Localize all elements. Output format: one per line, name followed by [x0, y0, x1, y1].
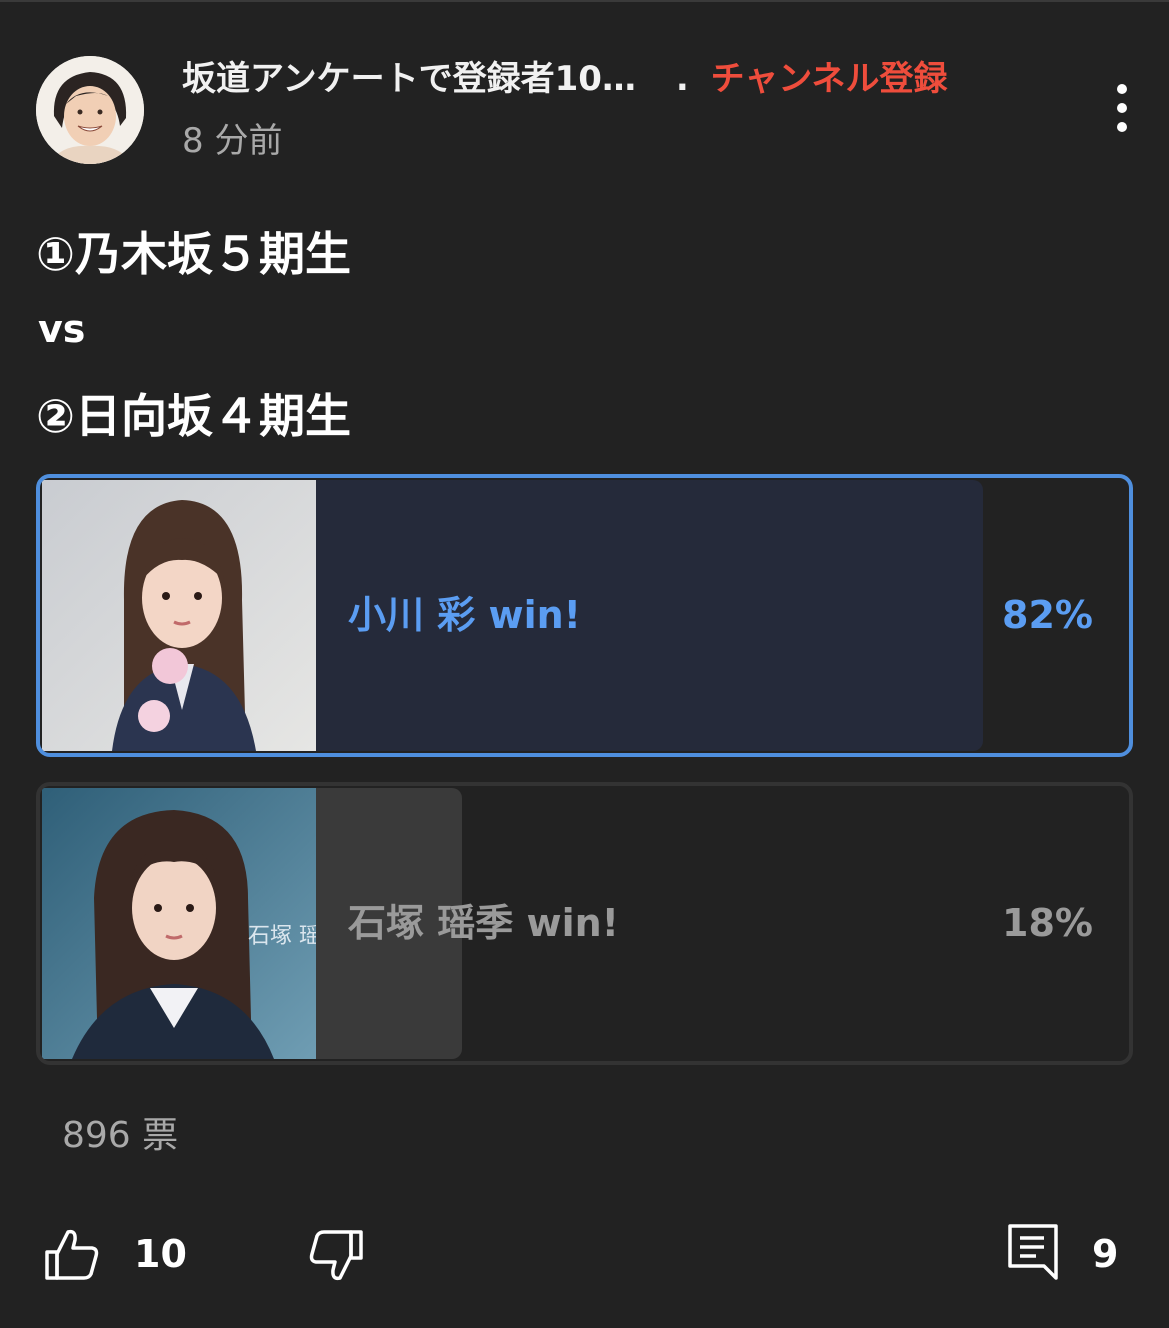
like-count: 10: [134, 1232, 187, 1276]
poll-option-2-photo-caption: 石塚 瑶: [248, 924, 316, 949]
poll-option-1-label: 小川 彩 win!: [348, 593, 581, 637]
vote-count: 896 票: [62, 1115, 179, 1156]
poll-option-1-percent: 82%: [1002, 593, 1093, 637]
poll-question-line-1: ①乃木坂５期生: [36, 227, 351, 281]
comment-icon[interactable]: [1006, 1222, 1060, 1282]
poll-question-line-2: ②日向坂４期生: [36, 389, 351, 443]
poll-option-2-photo: 石塚 瑶: [42, 788, 316, 1059]
poll-option-2-percent: 18%: [1002, 901, 1093, 945]
poll-question-vs: vs: [38, 307, 86, 351]
channel-name[interactable]: 坂道アンケートで登録者10…: [182, 59, 636, 99]
like-icon[interactable]: [44, 1226, 100, 1282]
poll-option-2-label: 石塚 瑶季 win!: [348, 901, 619, 945]
menu-icon[interactable]: [1106, 84, 1138, 138]
poll-option-1-photo: [42, 480, 316, 751]
poll-option-1[interactable]: 小川 彩 win! 82%: [36, 474, 1133, 757]
poll-option-2[interactable]: 石塚 瑶 石塚 瑶季 win! 18%: [36, 782, 1133, 1065]
title-separator: .: [675, 59, 689, 99]
top-divider: [0, 0, 1169, 2]
subscribe-link[interactable]: チャンネル登録: [711, 59, 948, 99]
post-time: 8 分前: [182, 121, 283, 161]
channel-avatar[interactable]: [36, 56, 144, 164]
comment-count: 9: [1092, 1232, 1119, 1276]
dislike-icon[interactable]: [308, 1228, 364, 1284]
channel-title[interactable]: 坂道アンケートで登録者10… . チャンネル登録: [182, 56, 948, 102]
